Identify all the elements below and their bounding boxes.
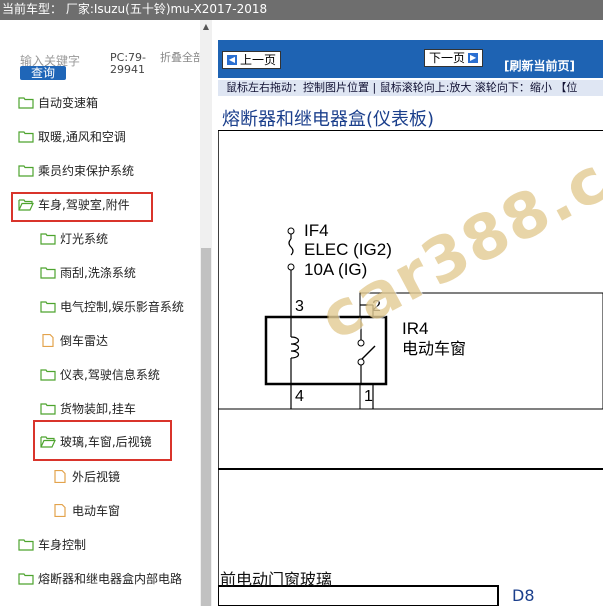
tree-item-label: 取暖,通风和空调: [38, 129, 126, 144]
folder-icon: [40, 368, 56, 381]
scrollbar-thumb[interactable]: [201, 248, 211, 606]
folder-open-icon: [18, 198, 34, 211]
tree-item-label: 乘员约束保护系统: [38, 163, 135, 178]
tree-item-label: 仪表,驾驶信息系统: [60, 367, 160, 382]
fuse-symbol: [288, 238, 294, 256]
window-title-bar: 当前车型： 厂家:Isuzu(五十铃)mu-X2017-2018: [0, 0, 603, 20]
diagram-title: 熔断器和继电器盒(仪表板): [222, 109, 435, 130]
tree-item-label: 车身,驾驶室,附件: [38, 197, 130, 212]
tree-item-exterior-mirror[interactable]: 外后视镜: [52, 465, 120, 487]
tree-item-body-control[interactable]: 车身控制: [18, 533, 86, 555]
folder-icon: [18, 538, 34, 551]
prev-page-label: 上一页: [240, 53, 277, 67]
folder-icon: [40, 266, 56, 279]
search-button[interactable]: 查询: [20, 66, 66, 80]
window-title: 当前车型： 厂家:Isuzu(五十铃)mu-X2017-2018: [2, 2, 268, 16]
arrow-left-icon: ◀: [227, 55, 237, 65]
tree-item-wipers[interactable]: 雨刮,洗涤系统: [40, 261, 136, 283]
tree-item-transmission[interactable]: 自动变速箱: [18, 91, 98, 113]
sidebar-scrollbar[interactable]: ▲: [200, 20, 212, 606]
tree-item-label: 熔断器和继电器盒内部电路: [38, 571, 183, 586]
fuse-terminal: [287, 263, 295, 271]
relay-id: IR4: [402, 319, 428, 338]
pin-3-label: 3: [295, 298, 304, 315]
folder-icon: [40, 300, 56, 313]
tree-item-label: 倒车雷达: [60, 333, 109, 348]
section-title: 前电动门窗玻璃: [220, 570, 333, 589]
relay-name: 电动车窗: [402, 339, 466, 358]
folder-icon: [18, 130, 34, 143]
search-panel: 输入关键字 查询 PC:79-29941 折叠全部: [18, 46, 208, 96]
connector-label: D8: [512, 586, 535, 605]
document-icon: [54, 469, 66, 483]
document-icon: [54, 503, 66, 517]
fuse-terminal: [287, 227, 295, 235]
hint-bar: 鼠标左右拖动：控制图片位置 | 鼠标滚轮向上:放大 滚轮向下：缩小 【位: [218, 80, 603, 96]
document-icon: [42, 333, 54, 347]
next-page-button[interactable]: 下一页 ▶: [424, 49, 484, 67]
tree-item-restraint[interactable]: 乘员约束保护系统: [18, 159, 134, 181]
sidebar: 输入关键字 查询 PC:79-29941 折叠全部 自动变速箱 取暖,通风和空调…: [0, 20, 215, 606]
tree-item-lighting[interactable]: 灯光系统: [40, 227, 108, 249]
tree-item-label: 灯光系统: [60, 231, 109, 246]
relay-contact: [357, 358, 365, 366]
folder-icon: [18, 572, 34, 585]
tree-item-fuse-relay[interactable]: 熔断器和继电器盒内部电路: [18, 567, 182, 589]
folder-icon: [40, 402, 56, 415]
tree-item-hvac[interactable]: 取暖,通风和空调: [18, 125, 126, 147]
refresh-page-button[interactable]: [刷新当前页]: [504, 57, 575, 74]
folder-icon: [40, 232, 56, 245]
tree-item-glass-windows[interactable]: 玻璃,车窗,后视镜: [40, 430, 152, 452]
main-content: ◀ 上一页 下一页 ▶ [刷新当前页] 鼠标左右拖动：控制图片位置 | 鼠标滚轮…: [218, 20, 603, 606]
tree-item-label: 电气控制,娱乐影音系统: [60, 299, 184, 314]
tree-item-label: 自动变速箱: [38, 95, 99, 110]
tree-item-label: 货物装卸,挂车: [60, 401, 136, 416]
pin-4-label: 4: [295, 388, 304, 405]
arrow-right-icon: ▶: [468, 53, 479, 63]
tree-item-label: 外后视镜: [72, 469, 121, 484]
tree-item-label: 玻璃,车窗,后视镜: [60, 434, 152, 449]
folder-icon: [18, 96, 34, 109]
tree-item-power-window[interactable]: 电动车窗: [52, 499, 120, 521]
tree-item-electrical[interactable]: 电气控制,娱乐影音系统: [40, 295, 184, 317]
scroll-up-arrow-icon[interactable]: ▲: [200, 20, 212, 34]
tree-item-label: 车身控制: [38, 537, 87, 552]
tree-item-label: 雨刮,洗涤系统: [60, 265, 136, 280]
tree-item-instruments[interactable]: 仪表,驾驶信息系统: [40, 363, 160, 385]
prev-page-button[interactable]: ◀ 上一页: [222, 51, 282, 69]
tree-item-body-cab[interactable]: 车身,驾驶室,附件: [18, 193, 130, 215]
pin-1-label: 1: [364, 388, 373, 405]
folder-icon: [18, 164, 34, 177]
fuse-id: IF4: [304, 221, 329, 240]
next-page-label: 下一页: [429, 51, 466, 65]
tree-item-cargo[interactable]: 货物装卸,挂车: [40, 397, 136, 419]
tree-item-label: 电动车窗: [72, 503, 121, 518]
folder-open-icon: [40, 435, 56, 448]
pc-label: PC:79-29941: [110, 51, 146, 76]
tree-item-parking-radar[interactable]: 倒车雷达: [40, 329, 108, 351]
